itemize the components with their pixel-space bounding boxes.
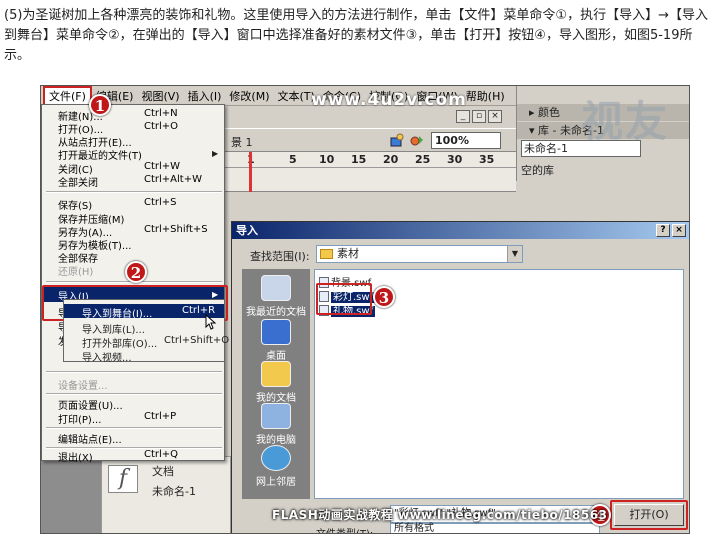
- watermark-bottom: FLASH动画实战教程 www.lineeg.com/tiebo/18563: [272, 508, 608, 522]
- recent-docs-icon: [261, 275, 291, 301]
- flash-app-window: 文件(F) 编辑(E) 视图(V) 插入(I) 修改(M) 文本(T) 命令(C…: [41, 86, 689, 533]
- intro-paragraph: (5)为圣诞树加上各种漂亮的装饰和礼物。这里使用导入的方法进行制作，单击【文件】…: [4, 8, 708, 63]
- place-desktop[interactable]: 桌面: [242, 319, 310, 362]
- edit-scene-icon[interactable]: [409, 132, 425, 148]
- look-in-select[interactable]: 素材 ▼: [316, 245, 523, 263]
- filetype-select[interactable]: 所有格式: [390, 523, 600, 533]
- document-label: 文档: [152, 465, 174, 478]
- flash-document-icon: f: [108, 465, 138, 493]
- place-my-documents[interactable]: 我的文档: [242, 361, 310, 404]
- submenu-item-import-to-stage[interactable]: 导入到舞台(I)... Ctrl+R: [64, 304, 224, 320]
- zoom-select[interactable]: 100%: [431, 132, 501, 149]
- menu-item-edit-sites[interactable]: 编辑站点(E)...: [58, 431, 122, 446]
- menu-item-page-setup[interactable]: 页面设置(U)...: [58, 397, 123, 412]
- my-documents-icon: [261, 361, 291, 387]
- chevron-down-icon[interactable]: ▼: [507, 246, 522, 262]
- submenu-item-import-to-library[interactable]: 导入到库(L)...: [64, 320, 224, 336]
- restore-button[interactable]: ▫: [472, 110, 486, 123]
- edit-symbol-icon[interactable]: [389, 132, 405, 148]
- shortcut-save-as: Ctrl+Shift+S: [144, 224, 208, 235]
- timeline-tick: 15: [351, 153, 367, 166]
- menu-view[interactable]: 视图(V): [137, 88, 183, 104]
- open-external-library-shortcut: Ctrl+Shift+O: [164, 335, 230, 346]
- menu-separator: [46, 393, 222, 395]
- shortcut-close-all: Ctrl+Alt+W: [144, 174, 202, 185]
- look-in-label: 查找范围(I):: [250, 250, 310, 263]
- shortcut-save: Ctrl+S: [144, 197, 177, 208]
- document-panel: f 文档 未命名-1: [101, 456, 231, 533]
- place-network[interactable]: 网上邻居: [242, 445, 310, 488]
- menu-file[interactable]: 文件(F): [43, 86, 92, 106]
- document-name: 未命名-1: [152, 485, 196, 498]
- place-recent-docs[interactable]: 我最近的文档: [242, 275, 310, 318]
- menu-help[interactable]: 帮助(H): [462, 88, 509, 104]
- empty-library-label: 空的库: [521, 164, 554, 177]
- folder-icon: [320, 249, 333, 259]
- places-bar: 我最近的文档 桌面 我的文档 我的电脑 网上邻居: [242, 269, 310, 499]
- step-badge-2: 2: [125, 261, 147, 283]
- timeline-ruler: 1 5 10 15 20 25 30 35: [221, 152, 516, 168]
- timeline: 1 5 10 15 20 25 30 35: [221, 152, 516, 192]
- shortcut-print: Ctrl+P: [144, 411, 177, 422]
- desktop-icon: [261, 319, 291, 345]
- color-panel-title: 颜色: [538, 106, 561, 119]
- screenshot-frame: 文件(F) 编辑(E) 视图(V) 插入(I) 修改(M) 文本(T) 命令(C…: [40, 85, 690, 534]
- open-highlight-box: [610, 500, 688, 530]
- submenu-item-import-video[interactable]: 导入视频...: [64, 348, 224, 364]
- menu-insert[interactable]: 插入(I): [184, 88, 226, 104]
- submenu-item-open-external-library[interactable]: 打开外部库(O)... Ctrl+Shift+O: [64, 334, 229, 350]
- menu-item-save[interactable]: 保存(S): [58, 197, 92, 212]
- timeline-tick: 35: [479, 153, 495, 166]
- network-icon: [261, 445, 291, 471]
- edit-bar: 景 1 100%: [221, 128, 516, 152]
- shortcut-exit: Ctrl+Q: [144, 449, 179, 460]
- place-label: 网上邻居: [256, 477, 296, 488]
- watermark-top: www.4u2v.com: [311, 90, 467, 110]
- menu-item-print[interactable]: 打印(P)...: [58, 411, 101, 426]
- menu-item-revert: 还原(H): [58, 267, 94, 278]
- step-badge-1: 1: [89, 94, 111, 116]
- submenu-arrow-icon: ▶: [212, 149, 219, 158]
- menu-separator: [46, 371, 222, 373]
- import-video-label: 导入视频...: [82, 353, 132, 364]
- timeline-tick: 25: [415, 153, 431, 166]
- menu-item-close-all[interactable]: 全部关闭: [58, 174, 98, 189]
- menu-item-exit[interactable]: 退出(X): [58, 449, 93, 464]
- mouse-cursor-icon: [205, 314, 217, 330]
- import-dialog: 导入 ? × 查找范围(I): 素材 ▼ 我最近的文档 桌面 我的文档 我的电脑…: [231, 221, 689, 533]
- minimize-button[interactable]: _: [456, 110, 470, 123]
- my-computer-icon: [261, 403, 291, 429]
- place-label: 我最近的文档: [246, 307, 306, 318]
- files-highlight-box: [316, 283, 372, 315]
- timeline-tick: 5: [289, 153, 297, 166]
- help-button[interactable]: ?: [656, 224, 670, 237]
- menu-separator: [46, 191, 222, 193]
- timeline-tick: 10: [319, 153, 335, 166]
- menu-item-open-recent[interactable]: 打开最近的文件(T): [58, 147, 142, 162]
- playhead[interactable]: [249, 152, 252, 192]
- step-badge-3: 3: [373, 286, 395, 308]
- dialog-title: 导入: [232, 222, 689, 239]
- menu-modify[interactable]: 修改(M): [225, 88, 273, 104]
- look-in-value: 素材: [337, 247, 359, 260]
- scene-label: 景 1: [231, 136, 253, 149]
- shortcut-open: Ctrl+O: [144, 121, 179, 132]
- place-my-computer[interactable]: 我的电脑: [242, 403, 310, 446]
- watermark-logo: 视友: [581, 97, 670, 146]
- menu-item-device-settings: 设备设置...: [58, 381, 108, 392]
- import-submenu: 导入到舞台(I)... Ctrl+R 导入到库(L)... 打开外部库(O)..…: [63, 299, 229, 364]
- document-window-buttons: _ ▫ ×: [456, 110, 502, 123]
- import-to-stage-label: 导入到舞台(I)...: [82, 309, 153, 320]
- timeline-tick: 30: [447, 153, 463, 166]
- timeline-tick: 20: [383, 153, 399, 166]
- shortcut-new: Ctrl+N: [144, 108, 178, 119]
- dialog-close-button[interactable]: ×: [672, 224, 686, 237]
- menu-separator: [46, 427, 222, 429]
- close-button[interactable]: ×: [488, 110, 502, 123]
- filetype-label: 文件类型(T):: [316, 525, 373, 533]
- shortcut-close: Ctrl+W: [144, 161, 181, 172]
